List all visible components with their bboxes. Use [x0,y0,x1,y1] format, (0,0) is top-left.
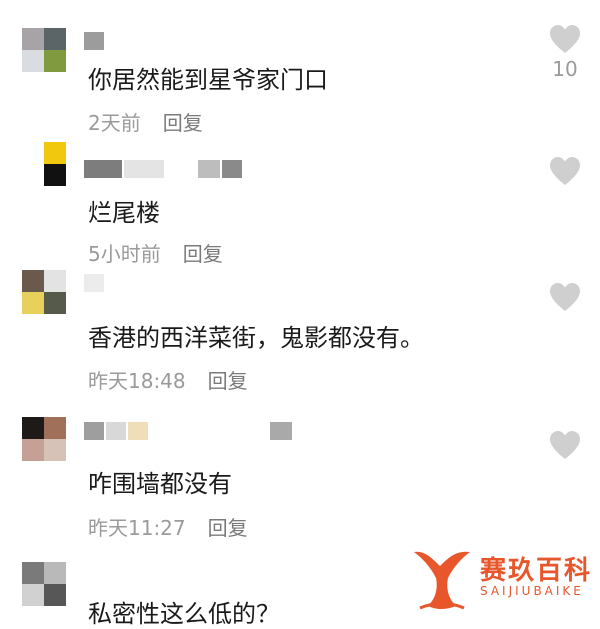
username-blurred[interactable] [84,160,242,178]
comment-text: 私密性这么低的？ [88,600,280,628]
avatar[interactable] [22,417,66,461]
comment-time: 昨天11:27 [88,516,186,540]
avatar[interactable] [22,142,66,186]
avatar[interactable] [22,270,66,314]
reply-button[interactable]: 回复 [163,111,203,135]
comment-text: 香港的西洋菜街，鬼影都没有。 [88,324,424,352]
reply-button[interactable]: 回复 [208,369,248,393]
avatar[interactable] [22,562,66,606]
comment-time: 2天前 [88,111,141,135]
comment-text: 咋围墙都没有 [88,470,232,498]
comment-meta: 昨天11:27 回复 [88,512,248,541]
username-blurred[interactable] [84,422,148,440]
reply-button[interactable]: 回复 [208,516,248,540]
watermark-latin: SAIJIUBAIKE [480,584,584,598]
like-count: 10 [552,57,578,81]
whale-tail-icon [414,551,470,610]
heart-icon[interactable] [549,282,581,312]
username-blurred[interactable] [84,32,104,50]
comment-meta: 昨天18:48 回复 [88,365,248,394]
heart-icon[interactable] [549,24,581,54]
avatar[interactable] [22,28,66,72]
comment-time: 5小时前 [88,242,161,266]
username-blurred[interactable] [270,422,292,440]
comment-meta: 2天前 回复 [88,107,203,136]
comment-meta: 5小时前 回复 [88,238,223,267]
watermark-name: 赛玖百科 [480,556,593,586]
reply-button[interactable]: 回复 [183,242,223,266]
comment-time: 昨天18:48 [88,369,186,393]
comment-text: 你居然能到星爷家门口 [88,66,328,94]
comment-text: 烂尾楼 [88,199,160,227]
username-blurred[interactable] [84,274,104,292]
heart-icon[interactable] [549,430,581,460]
heart-icon[interactable] [549,156,581,186]
watermark-logo: 赛玖百科 SAIJIUBAIKE [410,544,600,614]
